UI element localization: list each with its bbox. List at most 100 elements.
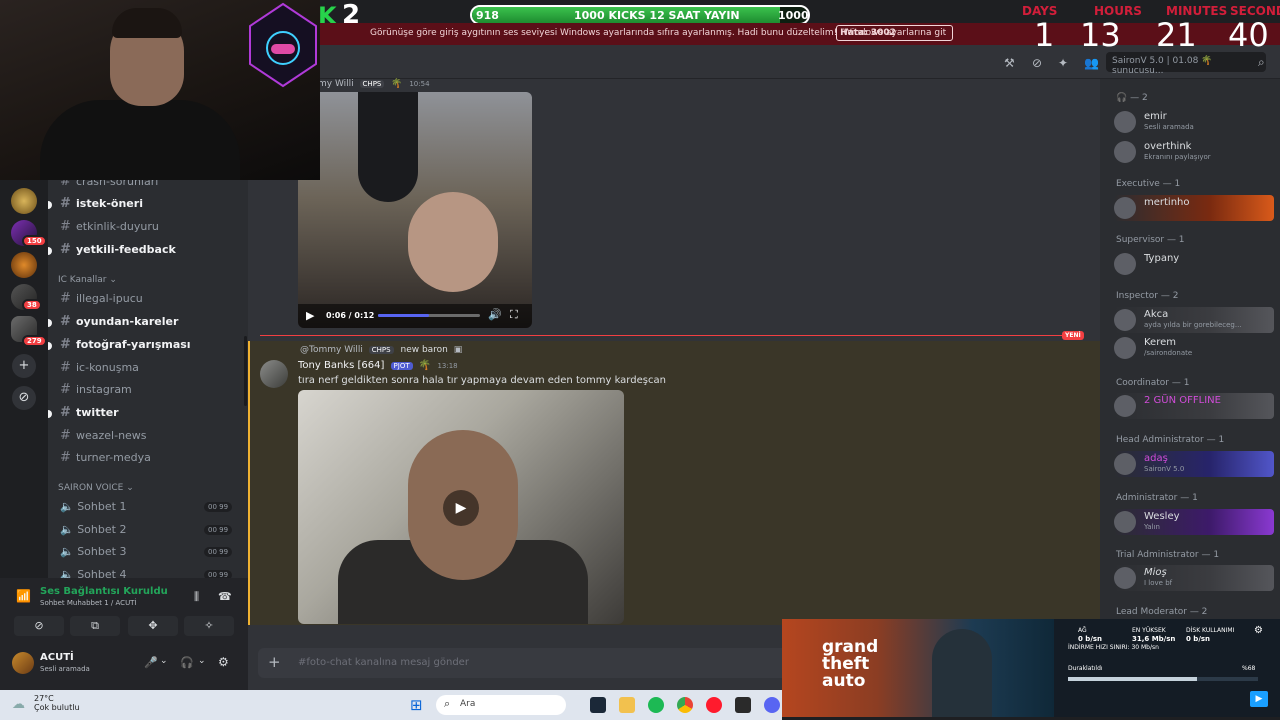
voice-channel[interactable]: 🔈 Sohbet 2 — [60, 523, 126, 536]
reply-reference[interactable]: @Tommy Willi CHPS new baron ▣ — [300, 345, 462, 355]
timer-value: 40 — [1228, 16, 1269, 54]
member-item[interactable]: Mioş I love bf — [1114, 565, 1274, 591]
chevron-down-icon[interactable]: ⌄ — [160, 656, 168, 666]
avatar[interactable] — [12, 652, 34, 674]
taskbar-search[interactable]: Ara — [436, 695, 566, 715]
voice-channel[interactable]: 🔈 Sohbet 3 — [60, 545, 126, 558]
channel-name: crash-sorunları — [76, 180, 159, 188]
channel-item[interactable]: # illegal-ipucu — [60, 291, 143, 311]
author-name[interactable]: Tony Banks [664] — [298, 360, 384, 371]
username[interactable]: ACUTİ — [40, 652, 74, 663]
reply-author[interactable]: @Tommy Willi — [300, 345, 363, 355]
add-attachment-icon[interactable]: + — [268, 653, 281, 671]
member-name: overthink — [1144, 141, 1192, 152]
voice-channel-path[interactable]: Sohbet Muhabbet 1 / ACUTİ — [40, 599, 137, 607]
member-name: Mioş — [1144, 567, 1167, 578]
opera-icon[interactable] — [706, 697, 722, 713]
message-author[interactable]: Tony Banks [664] PJOT 🌴 13:18 — [298, 360, 458, 371]
discord-icon[interactable] — [764, 697, 780, 713]
discover-icon[interactable]: ⊘ — [12, 386, 36, 410]
channel-name: etkinlik-duyuru — [76, 220, 159, 233]
countdown-timer: DAYS HOURS MINUTES SECONDS 1 13 21 40 — [1010, 0, 1280, 56]
resume-button[interactable]: ▶ — [1250, 691, 1268, 707]
chrome-icon[interactable] — [677, 697, 693, 713]
pin-icon[interactable]: ✦ — [1058, 56, 1068, 70]
video-attachment[interactable]: ▶ — [298, 390, 624, 624]
activities-button[interactable]: ✥ — [128, 616, 178, 636]
play-icon[interactable]: ▶ — [306, 309, 314, 322]
video-attachment[interactable]: ▶ 0:06 / 0:12 🔊 ⛶ — [298, 92, 532, 328]
avatar — [1114, 253, 1136, 275]
kick-goal-bar: 918 1000 KICKS 12 SAAT YAYIN 1000 — [470, 5, 810, 25]
member-status: Yalın — [1144, 523, 1160, 531]
threads-icon[interactable]: ⚒ — [1004, 56, 1015, 70]
voice-user-limit: 00 99 — [204, 525, 233, 535]
steam-icon[interactable] — [590, 697, 606, 713]
message-author[interactable]: my Willi CHPS 🌴 10:54 — [318, 79, 430, 89]
channel-item[interactable]: # istek-öneri — [48, 196, 143, 216]
member-item[interactable]: Kerem/sairondonate — [1114, 335, 1274, 361]
member-item[interactable]: adaş SaironV 5.0 — [1114, 451, 1274, 477]
speaker-icon: 🔈 — [60, 500, 74, 513]
hash-icon: # — [60, 450, 71, 465]
member-status: Sesli aramada — [1144, 123, 1194, 131]
folder-icon[interactable] — [619, 697, 635, 713]
epic-games-icon[interactable] — [735, 697, 751, 713]
channel-item[interactable]: # ic-konuşma — [60, 360, 139, 380]
reply-text: new baron — [400, 345, 448, 355]
volume-icon[interactable]: 🔊 — [488, 308, 502, 321]
fullscreen-icon[interactable]: ⛶ — [510, 308, 518, 322]
voice-channel[interactable]: 🔈 Sohbet 1 — [60, 500, 126, 513]
channel-item[interactable]: # oyundan-kareler — [48, 314, 178, 334]
noise-suppression-icon[interactable]: ⫼ — [194, 590, 199, 604]
channel-item[interactable]: # turner-medya — [60, 450, 151, 470]
channel-item[interactable]: # etkinlik-duyuru — [60, 219, 159, 239]
member-item[interactable]: overthink Ekranını paylaşıyor — [1114, 139, 1274, 165]
server-icon[interactable] — [11, 188, 37, 214]
screen-share-button[interactable]: ⧉ — [70, 616, 120, 636]
notification-mute-icon[interactable]: ⊘ — [1032, 56, 1042, 70]
role-title: Administrator — 1 — [1116, 493, 1198, 503]
member-item[interactable]: Akca ayda yılda bir gorebileceg... — [1114, 307, 1274, 333]
member-list-icon[interactable]: 👥 — [1084, 56, 1099, 70]
channel-item[interactable]: # yetkili-feedback — [48, 242, 176, 262]
camera-button[interactable]: ⊘ — [14, 616, 64, 636]
member-item[interactable]: Typany — [1114, 251, 1274, 277]
headphones-icon[interactable]: 🎧 — [180, 656, 194, 669]
chevron-down-icon[interactable]: ⌄ — [198, 656, 206, 666]
channel-name: illegal-ipucu — [76, 292, 143, 305]
category-header[interactable]: SAIRON VOICE ⌄ — [58, 483, 134, 493]
microphone-icon[interactable]: 🎤 — [144, 656, 158, 669]
category-header[interactable]: IC Kanallar ⌄ — [58, 275, 117, 285]
spotify-icon[interactable] — [648, 697, 664, 713]
play-icon[interactable]: ▶ — [443, 490, 479, 526]
server-icon[interactable] — [11, 252, 37, 278]
search-icon[interactable]: ⌕ — [1258, 55, 1265, 70]
author-name[interactable]: my Willi — [318, 79, 354, 89]
channel-item[interactable]: # weazel-news — [60, 428, 147, 448]
channel-item[interactable]: # crash-sorunları — [60, 180, 158, 194]
channel-item[interactable]: # instagram — [60, 382, 132, 402]
avatar[interactable] — [260, 360, 288, 388]
scrollbar[interactable] — [244, 336, 247, 406]
soundboard-button[interactable]: ✧ — [184, 616, 234, 636]
gear-icon[interactable]: ⚙ — [218, 655, 229, 669]
disconnect-icon[interactable]: ☎ — [218, 590, 232, 603]
member-item[interactable]: Wesley Yalın — [1114, 509, 1274, 535]
channel-item[interactable]: # fotoğraf-yarışması — [48, 337, 191, 357]
avatar — [1114, 511, 1136, 533]
hash-icon: # — [60, 291, 71, 306]
weather-widget[interactable]: 27°C Çok bulutlu — [34, 694, 80, 712]
signal-icon[interactable]: 📶 — [16, 589, 31, 603]
gear-icon[interactable]: ⚙ — [1254, 625, 1263, 636]
windows-start-icon[interactable]: ⊞ — [410, 696, 423, 714]
member-item[interactable]: 2 GÜN OFFLINE — [1114, 393, 1274, 419]
video-frame-figure — [358, 92, 418, 202]
add-server-icon[interactable]: + — [12, 354, 36, 378]
member-item[interactable]: mertinho — [1114, 195, 1274, 221]
windows-settings-button[interactable]: Windows ayarlarına git — [836, 25, 954, 41]
channel-item[interactable]: # twitter — [48, 405, 119, 425]
member-item[interactable]: emir Sesli aramada — [1114, 109, 1274, 135]
author-tag: PJOT — [390, 362, 413, 370]
role-title: Inspector — 2 — [1116, 291, 1179, 301]
